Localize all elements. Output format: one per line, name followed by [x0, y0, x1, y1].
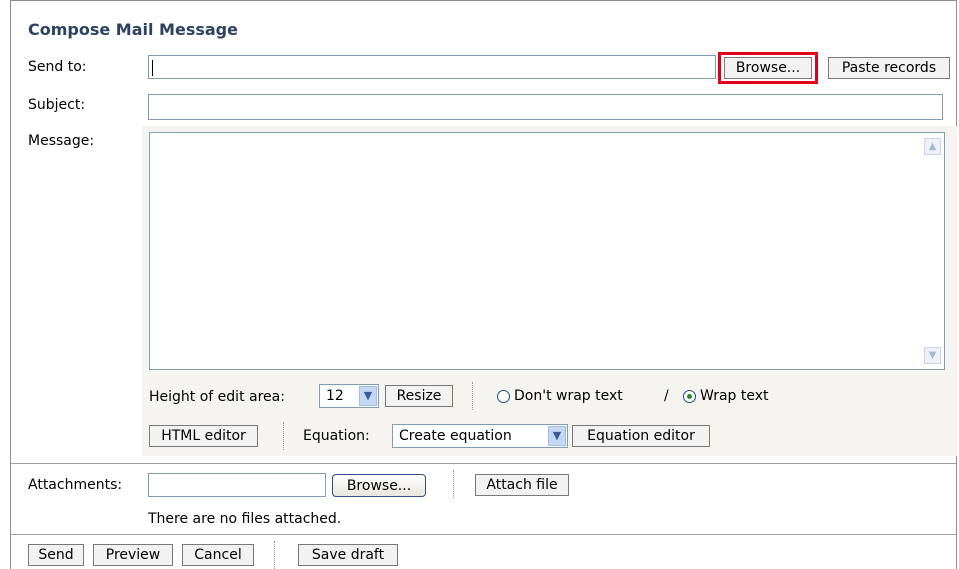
paste-records-button[interactable]: Paste records — [828, 57, 950, 79]
wrap-separator: / — [664, 388, 669, 404]
wrap-label: Wrap text — [700, 388, 769, 404]
height-label: Height of edit area: — [149, 389, 285, 405]
save-draft-button[interactable]: Save draft — [298, 544, 398, 566]
height-select[interactable]: 12 ▼ — [319, 384, 379, 408]
divider — [11, 463, 956, 464]
send-to-label: Send to: — [28, 59, 87, 75]
separator — [453, 470, 454, 498]
height-select-value: 12 — [326, 388, 344, 404]
subject-label: Subject: — [28, 97, 86, 113]
wrap-radio[interactable] — [683, 390, 696, 403]
equation-select-value: Create equation — [399, 428, 512, 444]
nowrap-label: Don't wrap text — [514, 388, 623, 404]
send-to-input[interactable] — [148, 55, 716, 79]
equation-editor-button[interactable]: Equation editor — [572, 425, 710, 447]
cancel-button[interactable]: Cancel — [182, 544, 254, 566]
chevron-down-icon: ▼ — [359, 386, 377, 406]
resize-button[interactable]: Resize — [385, 385, 453, 407]
attachment-file-input[interactable] — [148, 473, 326, 497]
scroll-up-icon[interactable]: ▲ — [924, 138, 941, 155]
send-to-browse-button[interactable]: Browse... — [724, 57, 812, 79]
separator — [283, 422, 284, 450]
message-textarea[interactable]: ▲ ▼ — [149, 132, 945, 370]
html-editor-button[interactable]: HTML editor — [149, 425, 258, 447]
page-title: Compose Mail Message — [28, 20, 238, 39]
equation-label: Equation: — [303, 428, 370, 444]
radio-selected-dot — [687, 394, 692, 399]
separator — [274, 541, 275, 569]
message-label: Message: — [28, 133, 95, 149]
preview-button[interactable]: Preview — [93, 544, 173, 566]
divider — [11, 534, 956, 535]
attach-file-button[interactable]: Attach file — [475, 474, 569, 496]
equation-select[interactable]: Create equation ▼ — [392, 424, 568, 448]
text-caret — [152, 60, 153, 76]
subject-input[interactable] — [148, 94, 943, 120]
attachment-browse-button[interactable]: Browse... — [332, 474, 426, 497]
nowrap-radio[interactable] — [497, 390, 510, 403]
separator — [472, 382, 473, 410]
attachments-status: There are no files attached. — [148, 511, 342, 527]
chevron-down-icon: ▼ — [548, 426, 566, 446]
scroll-down-icon[interactable]: ▼ — [924, 347, 941, 364]
attachments-label: Attachments: — [28, 477, 123, 493]
send-button[interactable]: Send — [28, 544, 84, 566]
